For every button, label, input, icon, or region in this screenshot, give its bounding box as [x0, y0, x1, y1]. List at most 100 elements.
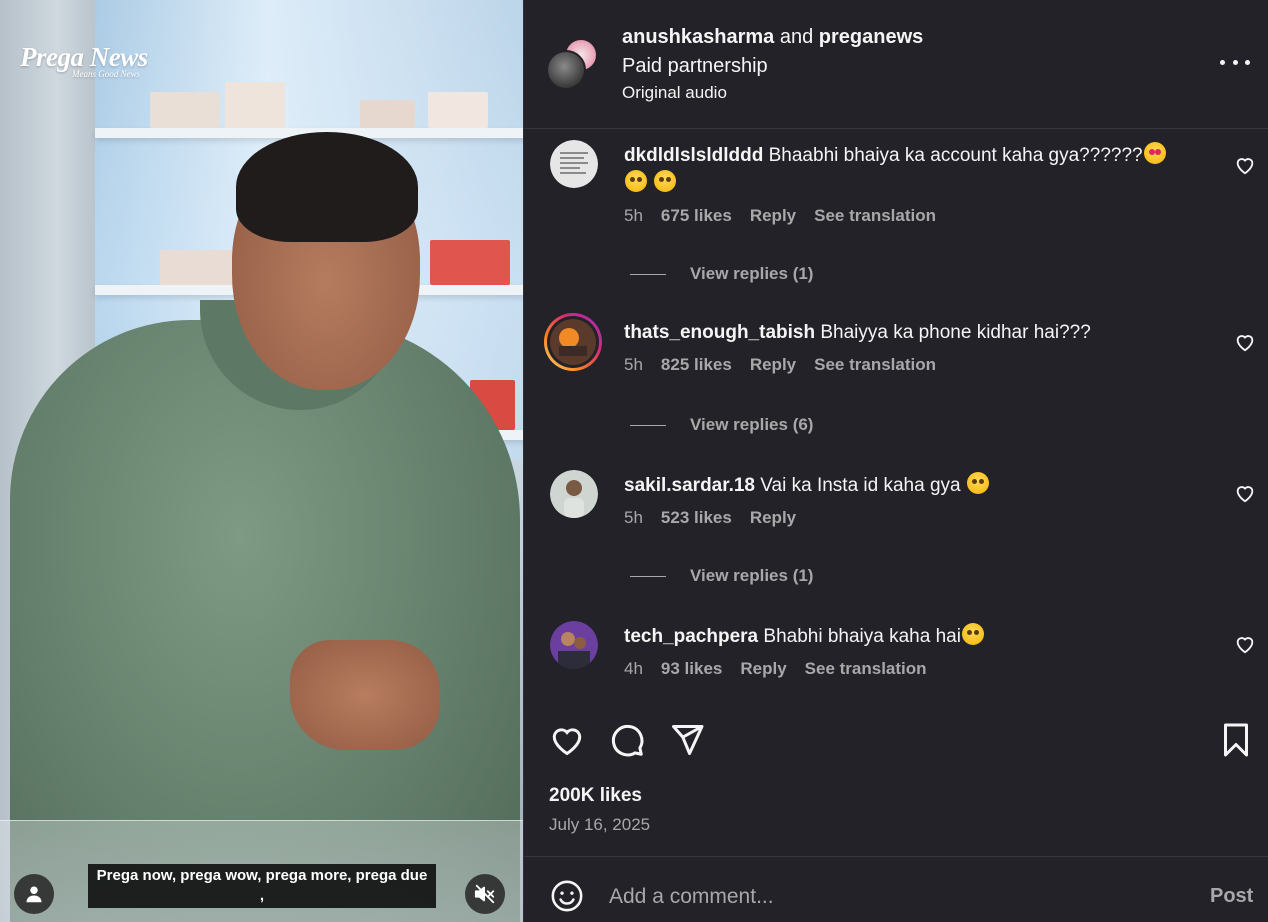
comment-bubble-icon[interactable]	[609, 722, 645, 758]
replies-divider	[630, 273, 666, 275]
commenter-avatar[interactable]	[550, 140, 598, 188]
view-replies-label: View replies (1)	[690, 566, 814, 585]
comment-username[interactable]: tech_pachpera	[624, 626, 758, 647]
likes-count[interactable]: 200K likes	[549, 785, 642, 807]
comment-message: Bhabhi bhaiya kaha hai	[763, 626, 961, 647]
like-comment-heart-icon[interactable]	[1234, 482, 1256, 504]
video-player[interactable]: Prega News Means Good News Prega now, pr…	[0, 0, 523, 922]
add-comment-input[interactable]	[609, 881, 1169, 913]
comment-likes[interactable]: 93 likes	[661, 659, 722, 679]
post-date[interactable]: July 16, 2025	[549, 815, 650, 835]
reply-button[interactable]: Reply	[750, 355, 796, 375]
more-dot-icon	[1232, 59, 1238, 65]
avatar-image	[550, 621, 598, 669]
comment-meta: 5h 523 likes Reply	[624, 508, 1224, 528]
product-box	[428, 92, 488, 128]
product-box	[150, 92, 220, 128]
reply-button[interactable]: Reply	[750, 508, 796, 528]
replies-divider	[630, 424, 666, 426]
comment-meta: 4h 93 likes Reply See translation	[624, 659, 1224, 679]
comment-message: Bhaabhi bhaiya ka account kaha gya??????	[768, 145, 1143, 166]
like-comment-heart-icon[interactable]	[1234, 331, 1256, 353]
avatar-image	[550, 470, 598, 518]
comment-time[interactable]: 5h	[624, 355, 643, 375]
product-box	[360, 100, 415, 128]
see-translation-link[interactable]: See translation	[805, 659, 927, 679]
add-comment-bar: Post	[524, 856, 1268, 922]
person-hands	[290, 640, 440, 750]
more-options-button[interactable]	[1220, 50, 1250, 74]
view-replies-button[interactable]: View replies (1)	[630, 566, 813, 586]
replies-divider	[630, 575, 666, 577]
comment-username[interactable]: sakil.sardar.18	[624, 475, 755, 496]
avatar-image	[550, 140, 598, 188]
like-heart-icon[interactable]	[549, 722, 585, 758]
commenter-avatar[interactable]	[550, 621, 598, 669]
post-comment-button[interactable]: Post	[1210, 885, 1253, 908]
mute-button[interactable]	[465, 874, 505, 914]
comment-username[interactable]: thats_enough_tabish	[624, 322, 815, 343]
comment-text: dkdldlslsldlddd Bhaabhi bhaiya ka accoun…	[624, 142, 1224, 198]
comment-text: sakil.sardar.18 Vai ka Insta id kaha gya	[624, 472, 1224, 500]
comment-username[interactable]: dkdldlslsldlddd	[624, 145, 763, 166]
commenter-avatar-story-ring[interactable]	[544, 313, 602, 371]
audio-label[interactable]: Original audio	[622, 82, 923, 104]
tagged-users-button[interactable]	[14, 874, 54, 914]
view-replies-button[interactable]: View replies (6)	[630, 415, 813, 435]
brand-logo-tagline: Means Good News	[72, 69, 140, 79]
comment-meta: 5h 675 likes Reply See translation	[624, 206, 1224, 226]
avatar-image	[547, 316, 599, 368]
post-actions-bar	[524, 710, 1268, 770]
like-comment-heart-icon[interactable]	[1234, 633, 1256, 655]
see-translation-link[interactable]: See translation	[814, 355, 936, 375]
comment-message: Bhaiyya ka phone kidhar hai???	[820, 322, 1091, 343]
pleading-emoji-icon	[966, 472, 989, 494]
comment-message: Vai ka Insta id kaha gya	[760, 475, 961, 496]
more-dot-icon	[1220, 59, 1225, 65]
comment-time[interactable]: 5h	[624, 508, 643, 528]
speaker-muted-icon	[474, 884, 495, 904]
comment-time[interactable]: 4h	[624, 659, 643, 679]
post-authors: anushkasharma and preganews	[622, 24, 923, 50]
avatar-anushkasharma[interactable]	[546, 50, 586, 90]
author-link-anushkasharma[interactable]: anushkasharma	[622, 26, 774, 48]
comment-body: tech_pachpera Bhabhi bhaiya kaha hai 4h …	[624, 623, 1224, 679]
emoji-picker-icon[interactable]	[550, 879, 584, 913]
pleading-emoji-icon	[961, 623, 984, 645]
comment-text: thats_enough_tabish Bhaiyya ka phone kid…	[624, 319, 1224, 347]
product-box	[160, 250, 240, 285]
more-dot-icon	[1245, 59, 1250, 65]
comment-likes[interactable]: 523 likes	[661, 508, 732, 528]
comment-likes[interactable]: 675 likes	[661, 206, 732, 226]
video-caption: Prega now, prega wow, prega more, prega …	[88, 864, 436, 908]
heart-eyes-emoji-icon	[1143, 142, 1166, 164]
comment-likes[interactable]: 825 likes	[661, 355, 732, 375]
comment-body: thats_enough_tabish Bhaiyya ka phone kid…	[624, 319, 1224, 375]
author-link-preganews[interactable]: preganews	[819, 26, 923, 48]
commenter-avatar[interactable]	[550, 470, 598, 518]
reply-button[interactable]: Reply	[740, 659, 786, 679]
comment-time[interactable]: 5h	[624, 206, 643, 226]
post-header-text: anushkasharma and preganews Paid partner…	[622, 24, 923, 104]
like-comment-heart-icon[interactable]	[1234, 154, 1256, 176]
flushed-emoji-icon	[625, 170, 647, 192]
reply-button[interactable]: Reply	[750, 206, 796, 226]
save-bookmark-icon[interactable]	[1218, 722, 1254, 758]
view-replies-label: View replies (6)	[690, 415, 814, 434]
author-avatars[interactable]	[546, 38, 602, 92]
post-details-panel: anushkasharma and preganews Paid partner…	[523, 0, 1268, 922]
comment-body: dkdldlslsldlddd Bhaabhi bhaiya ka accoun…	[624, 142, 1224, 226]
brand-logo: Prega News Means Good News	[20, 42, 148, 79]
comment-meta: 5h 825 likes Reply See translation	[624, 355, 1224, 375]
product-box	[430, 240, 510, 285]
see-translation-link[interactable]: See translation	[814, 206, 936, 226]
comment-text: tech_pachpera Bhabhi bhaiya kaha hai	[624, 623, 1224, 651]
person-hair	[236, 132, 418, 242]
flushed-emoji-icon	[654, 170, 677, 192]
post-header: anushkasharma and preganews Paid partner…	[524, 0, 1268, 129]
paid-partnership-label[interactable]: Paid partnership	[622, 52, 923, 80]
view-replies-button[interactable]: View replies (1)	[630, 264, 813, 284]
user-icon	[26, 886, 42, 903]
share-send-icon[interactable]	[669, 722, 705, 758]
comment-body: sakil.sardar.18 Vai ka Insta id kaha gya…	[624, 472, 1224, 528]
